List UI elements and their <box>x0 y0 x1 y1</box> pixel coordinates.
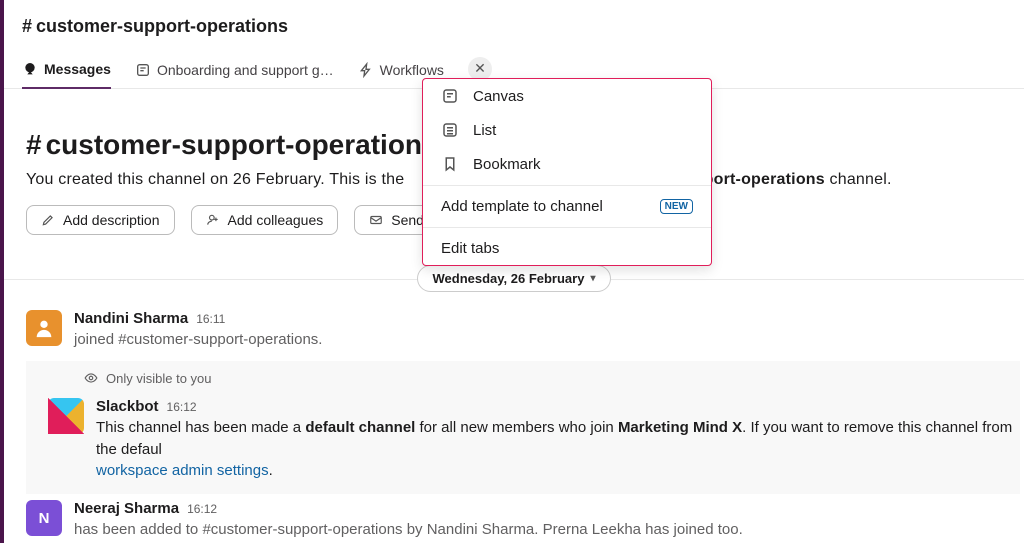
avatar-letter: N <box>39 510 50 527</box>
tab-label: Workflows <box>380 62 444 78</box>
avatar[interactable]: N <box>26 500 62 536</box>
dropdown-divider <box>423 227 711 228</box>
message: Slackbot 16:12 This channel has been mad… <box>26 392 1016 488</box>
button-label: Add description <box>63 212 160 228</box>
dropdown-bookmark[interactable]: Bookmark <box>423 147 711 181</box>
dropdown-add-template[interactable]: Add template to channel NEW <box>423 190 711 223</box>
tab-label: Onboarding and support g… <box>157 62 334 78</box>
hash-icon: # <box>22 16 32 37</box>
person-icon <box>33 317 55 339</box>
dropdown-label: Add template to channel <box>441 198 603 215</box>
dropdown-label: List <box>473 122 496 139</box>
dropdown-canvas[interactable]: Canvas <box>423 79 711 113</box>
pencil-icon <box>41 213 55 227</box>
new-badge: NEW <box>660 199 693 214</box>
dropdown-divider <box>423 185 711 186</box>
tab-dropdown: Canvas List Bookmark Add template to cha… <box>422 78 712 266</box>
hash-icon: # <box>26 129 42 161</box>
message: Nandini Sharma 16:11 joined #customer-su… <box>26 304 1020 357</box>
dropdown-list[interactable]: List <box>423 113 711 147</box>
message-author[interactable]: Nandini Sharma <box>74 310 188 327</box>
chevron-down-icon: ▾ <box>590 273 595 284</box>
bookmark-icon <box>441 155 459 173</box>
messages-icon <box>22 61 38 77</box>
canvas-icon <box>135 62 151 78</box>
system-block: Only visible to you Slackbot 16:12 This … <box>26 361 1020 494</box>
dropdown-label: Canvas <box>473 88 524 105</box>
add-tab-button[interactable]: ✕ <box>468 57 492 81</box>
message-text: This channel has been made a default cha… <box>96 417 1016 482</box>
date-divider: Wednesday, 26 February ▾ <box>4 265 1024 292</box>
person-add-icon <box>206 213 220 227</box>
avatar-slackbot[interactable] <box>48 398 84 434</box>
add-colleagues-button[interactable]: Add colleagues <box>191 205 339 235</box>
list-icon <box>441 121 459 139</box>
tab-label: Messages <box>44 61 111 77</box>
dropdown-label: Edit tabs <box>441 240 499 257</box>
workflows-icon <box>358 62 374 78</box>
notice-text: Only visible to you <box>106 371 212 386</box>
avatar[interactable] <box>26 310 62 346</box>
dropdown-label: Bookmark <box>473 156 541 173</box>
message-author[interactable]: Slackbot <box>96 398 159 415</box>
mail-icon <box>369 213 383 227</box>
message: N Neeraj Sharma 16:12 has been added to … <box>26 494 1020 547</box>
tab-onboarding[interactable]: Onboarding and support g… <box>135 56 334 88</box>
message-time: 16:12 <box>167 400 197 414</box>
canvas-icon <box>441 87 459 105</box>
eye-icon <box>84 371 98 385</box>
message-list: Nandini Sharma 16:11 joined #customer-su… <box>4 304 1024 547</box>
message-text: has been added to #customer-support-oper… <box>74 519 1020 541</box>
message-time: 16:11 <box>196 312 225 326</box>
channel-title[interactable]: # customer-support-operations <box>22 16 1024 37</box>
button-label: Add colleagues <box>228 212 324 228</box>
message-time: 16:12 <box>187 502 217 516</box>
date-pill[interactable]: Wednesday, 26 February ▾ <box>417 265 610 292</box>
tab-messages[interactable]: Messages <box>22 55 111 89</box>
admin-settings-link[interactable]: workspace admin settings <box>96 462 269 479</box>
date-label: Wednesday, 26 February <box>432 271 584 286</box>
channel-name: customer-support-operations <box>36 16 288 37</box>
dropdown-edit-tabs[interactable]: Edit tabs <box>423 232 711 265</box>
visibility-notice: Only visible to you <box>26 367 1016 392</box>
message-text: joined #customer-support-operations. <box>74 329 1020 351</box>
add-description-button[interactable]: Add description <box>26 205 175 235</box>
welcome-channel-name: customer-support-operations <box>46 129 438 161</box>
message-author[interactable]: Neeraj Sharma <box>74 500 179 517</box>
